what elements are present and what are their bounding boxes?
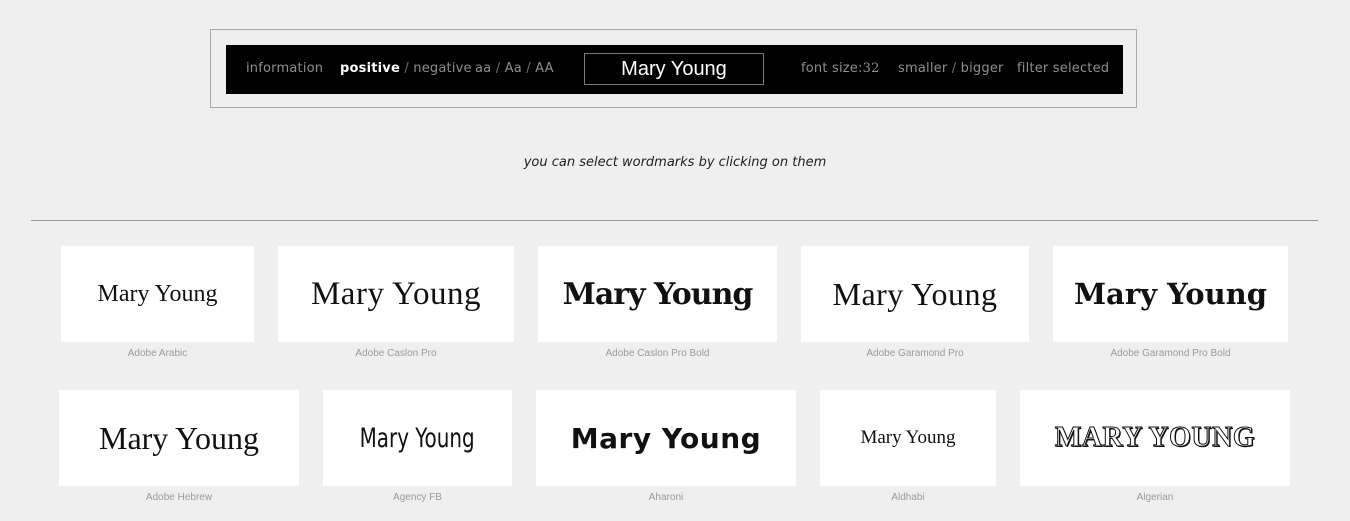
color-mode-toggle: positive / negative [340, 61, 472, 76]
wordmark-preview[interactable]: Mary Young [820, 390, 996, 486]
wordmark-card-adobe-caslon-pro[interactable]: Mary Young Adobe Caslon Pro [278, 246, 514, 359]
separator: / [526, 61, 531, 76]
information-link[interactable]: information [246, 61, 323, 76]
wordmark-text: Mary Young [310, 275, 482, 312]
toolbar-frame: information positive / negative aa / Aa … [210, 29, 1137, 108]
wordmark-card-adobe-garamond-pro[interactable]: Mary Young Adobe Garamond Pro [801, 246, 1029, 359]
size-controls: smaller / bigger [898, 61, 1004, 76]
separator: / [951, 61, 957, 76]
wordmark-text: Mary Young [832, 275, 998, 312]
wordmark-preview[interactable]: Mary Young [536, 390, 796, 486]
wordmark-text: Mary Young [97, 280, 218, 307]
wordmark-preview[interactable]: Mary Young [1053, 246, 1288, 342]
font-size-display: font size:32 [801, 61, 880, 76]
case-upper-link[interactable]: AA [535, 61, 554, 76]
separator: / [404, 61, 409, 76]
filter-selected-link[interactable]: filter selected [1017, 61, 1109, 76]
bigger-link[interactable]: bigger [961, 61, 1004, 76]
toolbar: information positive / negative aa / Aa … [226, 45, 1123, 94]
case-options: aa / Aa / AA [475, 61, 554, 76]
wordmark-text: Mary Young [359, 422, 475, 454]
wordmark-text-input[interactable] [584, 53, 764, 85]
wordmark-preview[interactable]: Mary Young [801, 246, 1029, 342]
wordmark-preview[interactable]: Mary Young [278, 246, 514, 342]
wordmark-text: Mary Young [1073, 277, 1268, 311]
selection-hint: you can select wordmarks by clicking on … [523, 155, 827, 170]
separator: / [495, 61, 501, 76]
wordmark-text: Mary Young [860, 427, 956, 448]
wordmark-card-adobe-garamond-pro-bold[interactable]: Mary Young Adobe Garamond Pro Bold [1053, 246, 1288, 359]
font-name-caption: Algerian [1136, 492, 1174, 503]
font-size-label: font size: [801, 61, 863, 76]
wordmark-card-aldhabi[interactable]: Mary Young Aldhabi [820, 390, 996, 503]
wordmark-preview[interactable]: Mary Young [1020, 390, 1290, 486]
case-lower-link[interactable]: aa [475, 61, 491, 76]
wordmark-text: Mary Young [562, 276, 754, 312]
font-name-caption: Adobe Caslon Pro Bold [605, 348, 710, 359]
wordmark-preview[interactable]: Mary Young [59, 390, 299, 486]
wordmark-preview[interactable]: Mary Young [61, 246, 254, 342]
font-name-caption: Aharoni [648, 492, 684, 503]
wordmark-text: Mary Young [98, 419, 260, 456]
wordmark-text: Mary Young [570, 421, 762, 455]
font-name-caption: Adobe Garamond Pro [866, 348, 964, 359]
font-name-caption: Adobe Garamond Pro Bold [1110, 348, 1231, 359]
wordmark-card-agency-fb[interactable]: Mary Young Agency FB [323, 390, 512, 503]
wordmark-card-adobe-caslon-pro-bold[interactable]: Mary Young Adobe Caslon Pro Bold [538, 246, 777, 359]
wordmark-card-aharoni[interactable]: Mary Young Aharoni [536, 390, 796, 503]
wordmark-preview[interactable]: Mary Young [323, 390, 512, 486]
font-name-caption: Adobe Caslon Pro [355, 348, 437, 359]
font-name-caption: Aldhabi [891, 492, 925, 503]
positive-link[interactable]: positive [340, 61, 400, 76]
wordmark-card-adobe-hebrew[interactable]: Mary Young Adobe Hebrew [59, 390, 299, 503]
smaller-link[interactable]: smaller [898, 61, 947, 76]
font-size-value: 32 [862, 61, 880, 76]
wordmark-preview[interactable]: Mary Young [538, 246, 777, 342]
font-name-caption: Agency FB [393, 492, 442, 503]
wordmark-card-adobe-arabic[interactable]: Mary Young Adobe Arabic [61, 246, 254, 359]
font-name-caption: Adobe Arabic [127, 348, 188, 359]
negative-link[interactable]: negative [413, 61, 471, 76]
case-title-link[interactable]: Aa [505, 61, 522, 76]
wordmark-card-algerian[interactable]: Mary Young Algerian [1020, 390, 1290, 503]
wordmark-text: Mary Young [1054, 422, 1256, 454]
divider [31, 220, 1318, 221]
font-name-caption: Adobe Hebrew [145, 492, 213, 503]
